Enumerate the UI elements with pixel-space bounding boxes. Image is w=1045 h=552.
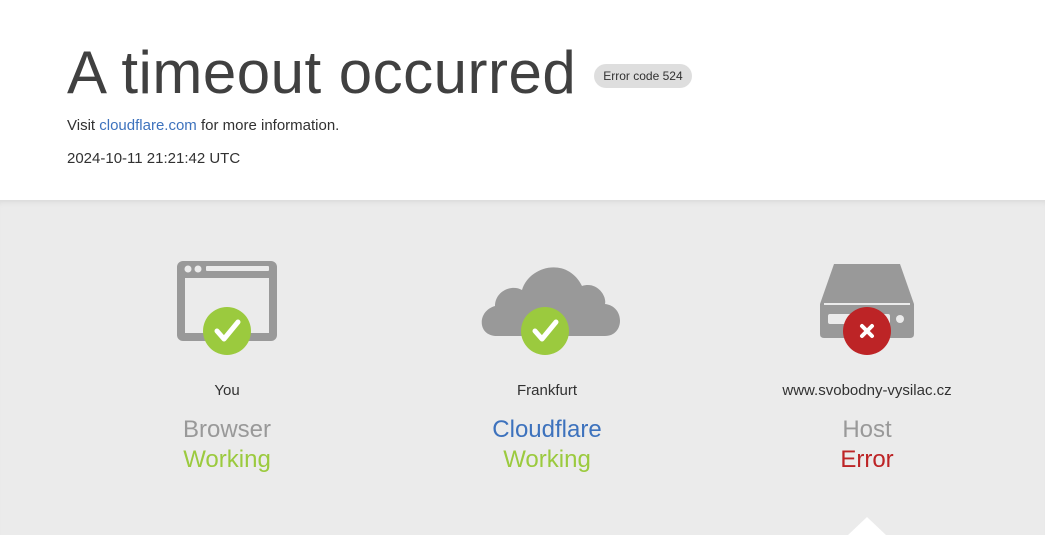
cloudflare-name[interactable]: Cloudflare: [397, 416, 697, 444]
browser-icon: [172, 256, 282, 371]
status-diagram: You Browser Working Frankfurt Cloudflare…: [0, 200, 1045, 535]
cloud-icon: [467, 256, 627, 371]
footer-strip: [0, 535, 1045, 552]
cloudflare-link[interactable]: cloudflare.com: [99, 117, 197, 134]
browser-status: Working: [183, 446, 271, 473]
timestamp: 2024-10-11 21:21:42 UTC: [67, 150, 241, 167]
title-row: A timeout occurred Error code 524: [67, 40, 692, 106]
header-section: A timeout occurred Error code 524 Visit …: [0, 0, 1045, 200]
visit-suffix: for more information.: [200, 117, 340, 134]
cloudflare-status: Working: [503, 446, 591, 473]
page-title: A timeout occurred: [67, 39, 577, 106]
visit-line: Visit cloudflare.com for more informatio…: [67, 117, 339, 134]
server-icon: [812, 256, 922, 371]
host-name: Host: [842, 416, 892, 443]
host-location: www.svobodny-vysilac.cz: [782, 382, 952, 399]
visit-prefix: Visit: [67, 117, 96, 134]
error-code-badge: Error code 524: [594, 64, 692, 88]
browser-name: Browser: [182, 416, 272, 443]
host-pointer-arrow: [848, 517, 886, 535]
browser-location: You: [214, 382, 240, 399]
host-status: Error: [840, 446, 894, 473]
cloudflare-location: Frankfurt: [516, 382, 577, 399]
